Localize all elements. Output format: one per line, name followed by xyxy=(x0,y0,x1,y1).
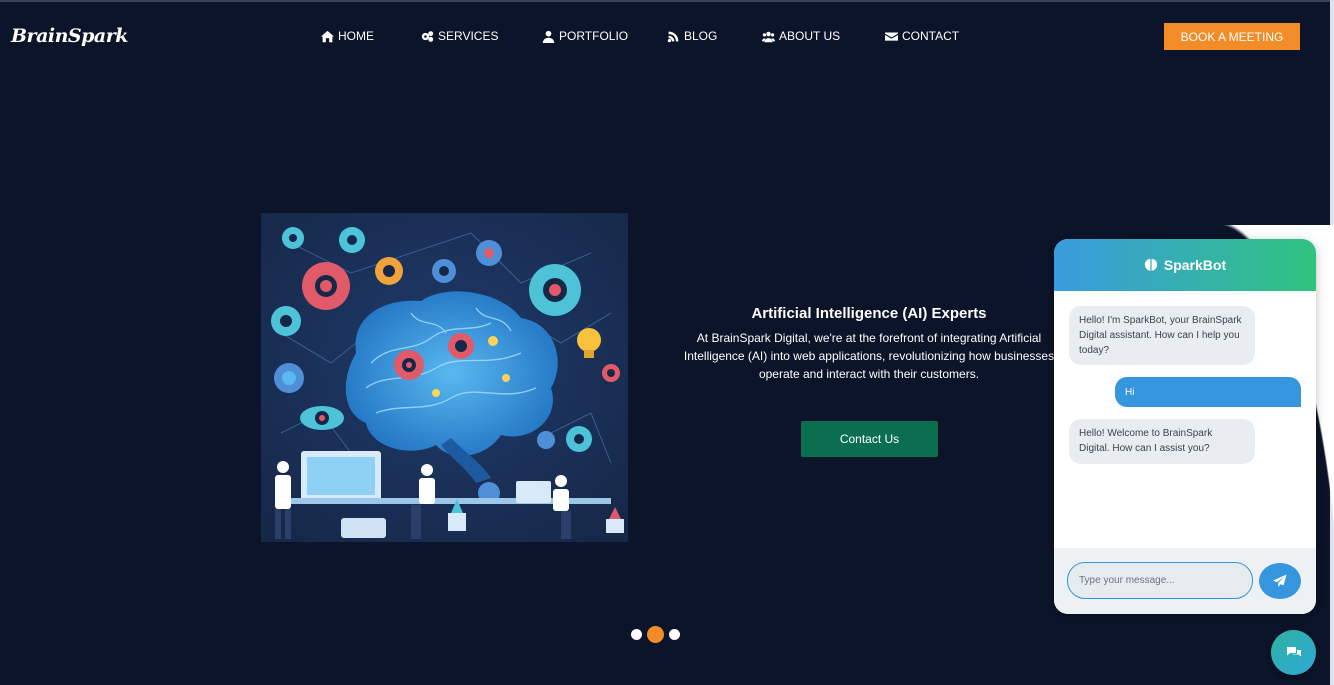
envelope-icon xyxy=(885,31,898,41)
nav-portfolio-label: PORTFOLIO xyxy=(559,29,629,43)
top-border xyxy=(0,0,1334,2)
nav-contact-label: CONTACT xyxy=(902,29,960,43)
carousel-dot-1[interactable] xyxy=(631,629,642,640)
blog-icon xyxy=(667,31,679,42)
nav-about[interactable]: ABOUT US xyxy=(762,29,840,43)
chat-toggle-button[interactable] xyxy=(1271,630,1316,675)
chat-message-bot: Hello! Welcome to BrainSpark Digital. Ho… xyxy=(1069,419,1255,464)
brain-icon xyxy=(1144,259,1157,271)
comments-icon xyxy=(1286,646,1301,656)
nav-contact[interactable]: CONTACT xyxy=(885,29,959,43)
nav-about-label: ABOUT US xyxy=(779,29,841,43)
hero-description: At BrainSpark Digital, we're at the fore… xyxy=(683,331,1055,381)
user-icon xyxy=(542,30,555,43)
brand-logo[interactable]: BrainSpark xyxy=(11,25,128,47)
nav-services[interactable]: SERVICES xyxy=(421,29,498,43)
chat-widget: SparkBot Hello! I'm SparkBot, your Brain… xyxy=(1054,239,1316,614)
chat-footer xyxy=(1054,548,1316,614)
hero-title: Artificial Intelligence (AI) Experts xyxy=(751,305,987,322)
book-meeting-button[interactable]: BOOK A MEETING xyxy=(1164,23,1300,50)
nav-home[interactable]: HOME xyxy=(321,29,374,43)
nav-services-label: SERVICES xyxy=(438,29,499,43)
chat-title: SparkBot xyxy=(1163,257,1227,273)
nav-blog[interactable]: BLOG xyxy=(667,29,717,43)
contact-us-button[interactable]: Contact Us xyxy=(801,421,938,457)
nav-home-label: HOME xyxy=(338,29,374,43)
paper-plane-icon xyxy=(1273,574,1287,588)
chat-message-bot: Hello! I'm SparkBot, your BrainSpark Dig… xyxy=(1069,306,1255,365)
carousel-dot-2-active[interactable] xyxy=(647,626,664,643)
send-button[interactable] xyxy=(1259,563,1301,599)
nav-blog-label: BLOG xyxy=(684,29,718,43)
chat-message-input[interactable] xyxy=(1067,562,1253,599)
ai-brain-illustration xyxy=(261,213,628,542)
users-icon xyxy=(762,31,775,42)
carousel-dot-3[interactable] xyxy=(669,629,680,640)
cogs-icon xyxy=(421,30,434,42)
nav-portfolio[interactable]: PORTFOLIO xyxy=(542,29,628,43)
chat-message-user: Hi xyxy=(1115,377,1301,407)
home-icon xyxy=(321,30,334,42)
chat-header: SparkBot xyxy=(1054,239,1316,291)
